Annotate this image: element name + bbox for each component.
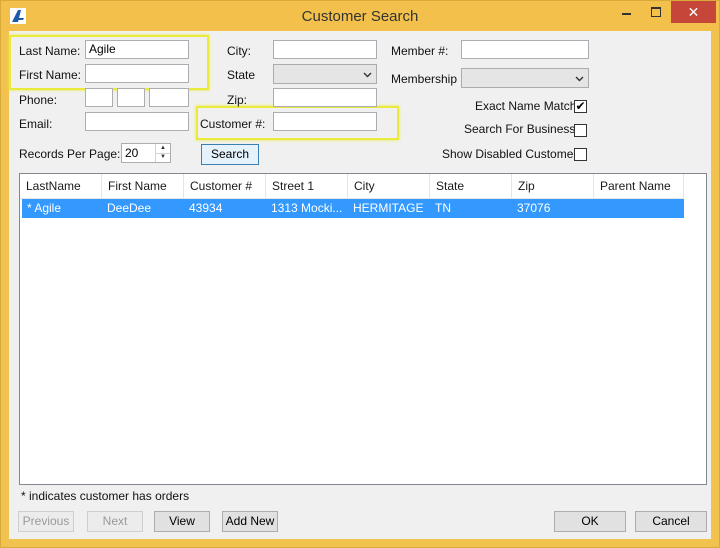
customer-number-input[interactable]	[273, 112, 377, 131]
records-per-page-value: 20	[125, 146, 139, 160]
table-cell: 43934	[189, 201, 223, 215]
email-label: Email:	[19, 117, 53, 131]
column-header[interactable]: State	[430, 174, 512, 198]
exact-name-match-checkbox[interactable]: ✔	[574, 100, 587, 113]
chevron-down-icon	[363, 72, 372, 78]
state-select[interactable]	[273, 64, 377, 84]
city-input[interactable]	[273, 40, 377, 59]
member-number-input[interactable]	[461, 40, 589, 59]
column-header[interactable]: City	[348, 174, 430, 198]
cancel-button[interactable]: Cancel	[635, 511, 707, 532]
next-button[interactable]: Next	[87, 511, 143, 532]
customer-search-window: Customer Search ✕ Last Name: Agile First…	[0, 0, 720, 548]
ok-button[interactable]: OK	[554, 511, 626, 532]
client-area: Last Name: Agile First Name: Phone: Emai…	[9, 31, 711, 539]
last-name-input[interactable]: Agile	[85, 40, 189, 59]
show-disabled-customer-label: Show Disabled Customer	[442, 147, 578, 161]
table-cell: DeeDee	[107, 201, 152, 215]
minimize-icon[interactable]	[611, 1, 641, 23]
table-cell: TN	[435, 201, 451, 215]
column-header[interactable]: Street 1	[266, 174, 348, 198]
membership-label: Membership	[391, 72, 458, 86]
last-name-label: Last Name:	[19, 44, 81, 58]
records-per-page-label: Records Per Page:	[19, 147, 121, 161]
orders-note: * indicates customer has orders	[21, 489, 190, 503]
table-cell: HERMITAGE	[353, 201, 424, 215]
column-header[interactable]: Parent Name	[594, 174, 684, 198]
phone-prefix-input[interactable]	[117, 88, 145, 107]
spin-buttons: ▲ ▼	[155, 144, 170, 162]
zip-input[interactable]	[273, 88, 377, 107]
table-cell	[594, 199, 684, 218]
zip-label: Zip:	[227, 93, 248, 107]
grid-header: LastName First Name Customer # Street 1 …	[20, 174, 684, 199]
table-cell: 1313 Mocki...	[271, 201, 343, 215]
exact-name-match-label: Exact Name Match	[475, 99, 577, 113]
email-input[interactable]	[85, 112, 189, 131]
maximize-icon[interactable]	[641, 1, 671, 23]
add-new-button[interactable]: Add New	[222, 511, 278, 532]
member-number-label: Member #:	[391, 44, 449, 58]
phone-label: Phone:	[19, 93, 58, 107]
search-for-business-label: Search For Business	[464, 122, 576, 136]
records-per-page-stepper[interactable]: 20 ▲ ▼	[121, 143, 171, 163]
column-header[interactable]: Zip	[512, 174, 594, 198]
table-cell: * Agile	[27, 201, 62, 215]
title-bar: Customer Search ✕	[1, 1, 719, 31]
view-button[interactable]: View	[154, 511, 210, 532]
phone-line-input[interactable]	[149, 88, 189, 107]
search-button[interactable]: Search	[201, 144, 259, 165]
spin-down-icon[interactable]: ▼	[156, 153, 170, 162]
search-for-business-checkbox[interactable]	[574, 124, 587, 137]
first-name-label: First Name:	[19, 68, 82, 82]
customer-number-label: Customer #:	[200, 117, 266, 131]
column-header[interactable]: LastName	[20, 174, 102, 198]
column-header[interactable]: Customer #	[184, 174, 266, 198]
close-icon[interactable]: ✕	[671, 1, 716, 23]
table-row[interactable]: * Agile DeeDee 43934 1313 Mocki... HERMI…	[22, 199, 684, 218]
city-label: City:	[227, 44, 251, 58]
column-header[interactable]: First Name	[102, 174, 184, 198]
state-label: State	[227, 68, 256, 82]
membership-select[interactable]	[461, 68, 589, 88]
chevron-down-icon	[575, 76, 584, 82]
table-cell: 37076	[517, 201, 551, 215]
phone-area-code-input[interactable]	[85, 88, 113, 107]
results-grid[interactable]: LastName First Name Customer # Street 1 …	[19, 173, 707, 485]
previous-button[interactable]: Previous	[18, 511, 74, 532]
show-disabled-customer-checkbox[interactable]	[574, 148, 587, 161]
first-name-input[interactable]	[85, 64, 189, 83]
